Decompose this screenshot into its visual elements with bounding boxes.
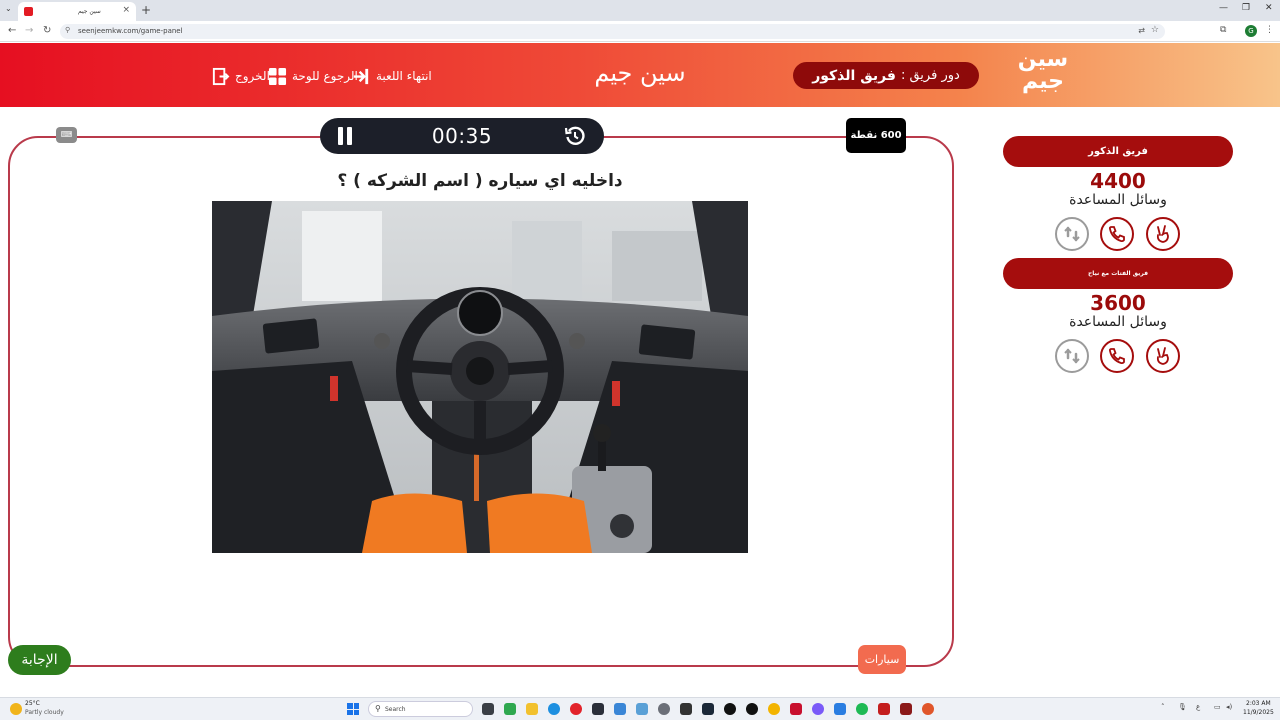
reset-timer-icon[interactable] bbox=[564, 125, 586, 147]
app-icon-12[interactable] bbox=[834, 703, 846, 715]
restore-icon[interactable]: ❐ bbox=[1242, 3, 1250, 13]
end-game-button[interactable]: انتهاء اللعبة bbox=[352, 66, 432, 86]
taskbar-search[interactable]: ⚲ Search bbox=[368, 701, 473, 717]
peace-hand-icon bbox=[1156, 225, 1169, 243]
team-1-name-pill: فريق الذكور bbox=[1003, 136, 1233, 167]
team-2-switch-question-aid[interactable] bbox=[1055, 339, 1089, 373]
weather-temp[interactable]: 25°C bbox=[25, 700, 40, 707]
minimize-icon[interactable]: — bbox=[1219, 3, 1228, 13]
back-icon[interactable]: ← bbox=[8, 25, 16, 36]
team-2-name-pill: فريق الفتات مع نياح bbox=[1003, 258, 1233, 289]
back-to-board-button[interactable]: الرجوع للوحة bbox=[268, 66, 358, 86]
question-text: داخليه اي سياره ( اسم الشركه ) ؟ bbox=[337, 171, 623, 191]
timer-display: 00:35 bbox=[431, 124, 493, 148]
turn-team-name: فريق الذكور bbox=[812, 67, 896, 84]
app-icon-15[interactable] bbox=[900, 703, 912, 715]
app-icon-7[interactable] bbox=[724, 703, 736, 715]
site-title: سين جيم bbox=[594, 59, 686, 87]
search-icon: ⚲ bbox=[375, 704, 381, 713]
mail-app-icon[interactable] bbox=[614, 703, 626, 715]
back-to-board-label: الرجوع للوحة bbox=[292, 69, 358, 83]
translate-icon[interactable]: ⇄ bbox=[1138, 26, 1145, 35]
phone-icon bbox=[1108, 348, 1125, 365]
site-favicon-icon bbox=[24, 7, 33, 16]
app-icon-10[interactable] bbox=[790, 703, 802, 715]
team-1-two-answers-aid[interactable] bbox=[1146, 217, 1180, 251]
tab-title: سين جيم bbox=[78, 8, 101, 15]
profile-avatar[interactable]: G bbox=[1245, 25, 1257, 37]
peace-hand-icon bbox=[1156, 347, 1169, 365]
task-view-icon[interactable] bbox=[482, 703, 494, 715]
team-2-score: 3600 bbox=[1090, 291, 1146, 315]
team-2-aids-label: وسائل المساعدة bbox=[1069, 314, 1167, 330]
team-1-score: 4400 bbox=[1090, 169, 1146, 193]
network-icon[interactable]: ▭ bbox=[1214, 703, 1221, 711]
opera-browser-icon[interactable] bbox=[570, 703, 582, 715]
reload-icon[interactable]: ↻ bbox=[43, 25, 51, 36]
browser-tabstrip: ⌄ سين جيم × + — ❐ ✕ bbox=[0, 0, 1280, 21]
capcut-app-icon[interactable] bbox=[680, 703, 692, 715]
browser-menu-icon[interactable]: ⋮ bbox=[1265, 25, 1274, 35]
taskbar: 25°C Partly cloudy ⚲ Search ˄ 🎙 ع ▭ ◂) 2… bbox=[0, 697, 1280, 720]
forward-icon[interactable]: → bbox=[25, 25, 33, 36]
question-points-badge: 600 نقطة bbox=[846, 118, 906, 153]
team-2-two-answers-aid[interactable] bbox=[1146, 339, 1180, 373]
grid-board-icon bbox=[268, 67, 287, 85]
app-icon-11[interactable] bbox=[812, 703, 824, 715]
tray-overflow-icon[interactable]: ˄ bbox=[1161, 703, 1165, 711]
keyboard-icon[interactable]: ⌨ bbox=[56, 127, 77, 143]
file-explorer-icon[interactable] bbox=[526, 703, 538, 715]
team-1-switch-question-aid[interactable] bbox=[1055, 217, 1089, 251]
exit-door-icon bbox=[212, 67, 230, 85]
settings-gear-icon[interactable] bbox=[658, 703, 670, 715]
show-answer-button[interactable]: الإجابة bbox=[8, 645, 71, 675]
end-game-label: انتهاء اللعبة bbox=[376, 69, 432, 83]
language-icon[interactable]: ع bbox=[1196, 703, 1200, 711]
exit-label: الخروج bbox=[235, 69, 270, 83]
new-tab-button[interactable]: + bbox=[141, 3, 151, 17]
widgets-app-icon[interactable] bbox=[504, 703, 516, 715]
photos-app-icon[interactable] bbox=[636, 703, 648, 715]
turn-label: دور فريق : bbox=[900, 68, 960, 83]
close-window-icon[interactable]: ✕ bbox=[1265, 3, 1273, 13]
start-button[interactable] bbox=[347, 703, 359, 715]
team-1-call-friend-aid[interactable] bbox=[1100, 217, 1134, 251]
exit-button[interactable]: الخروج bbox=[211, 66, 270, 86]
switch-question-icon bbox=[1064, 226, 1080, 242]
team-1-aids-label: وسائل المساعدة bbox=[1069, 192, 1167, 208]
volume-icon[interactable]: ◂) bbox=[1226, 703, 1232, 711]
url-text[interactable]: seenjeemkw.com/game-panel bbox=[78, 27, 183, 35]
store-app-icon[interactable] bbox=[592, 703, 604, 715]
category-badge[interactable]: سيارات bbox=[858, 645, 906, 674]
steam-app-icon[interactable] bbox=[702, 703, 714, 715]
team-2-call-friend-aid[interactable] bbox=[1100, 339, 1134, 373]
omnibox[interactable]: ⚲ seenjeemkw.com/game-panel ⇄ ☆ bbox=[60, 24, 1165, 39]
site-logo[interactable]: سين جيم bbox=[1012, 49, 1074, 101]
extensions-icon[interactable]: ⧉ bbox=[1220, 25, 1226, 35]
bookmark-star-icon[interactable]: ☆ bbox=[1151, 25, 1159, 35]
weather-desc[interactable]: Partly cloudy bbox=[25, 709, 64, 716]
chrome-browser-icon[interactable] bbox=[768, 703, 780, 715]
switch-question-icon bbox=[1064, 348, 1080, 364]
microphone-icon[interactable]: 🎙 bbox=[1178, 703, 1187, 711]
site-info-icon[interactable]: ⚲ bbox=[65, 26, 70, 34]
app-icon-13[interactable] bbox=[856, 703, 868, 715]
phone-icon bbox=[1108, 226, 1125, 243]
address-toolbar: ← → ↻ ⚲ seenjeemkw.com/game-panel ⇄ ☆ ⧉ … bbox=[0, 21, 1280, 42]
clock-date[interactable]: 11/9/2025 bbox=[1243, 709, 1274, 716]
app-icon-14[interactable] bbox=[878, 703, 890, 715]
browser-tab[interactable]: سين جيم × bbox=[18, 2, 136, 21]
tab-search-icon[interactable]: ⌄ bbox=[5, 4, 12, 13]
current-turn-pill: دور فريق : فريق الذكور bbox=[793, 62, 979, 89]
app-icon-8[interactable] bbox=[746, 703, 758, 715]
timer-bar: 00:35 bbox=[320, 118, 604, 154]
taskbar-search-text: Search bbox=[385, 706, 406, 713]
weather-icon[interactable] bbox=[10, 703, 22, 715]
question-image bbox=[212, 201, 748, 553]
site-header: سين جيم دور فريق : فريق الذكور سين جيم ا… bbox=[0, 43, 1280, 107]
app-icon-16[interactable] bbox=[922, 703, 934, 715]
clock-time[interactable]: 2:03 AM bbox=[1246, 700, 1271, 707]
edge-browser-icon[interactable] bbox=[548, 703, 560, 715]
close-tab-icon[interactable]: × bbox=[122, 5, 130, 15]
